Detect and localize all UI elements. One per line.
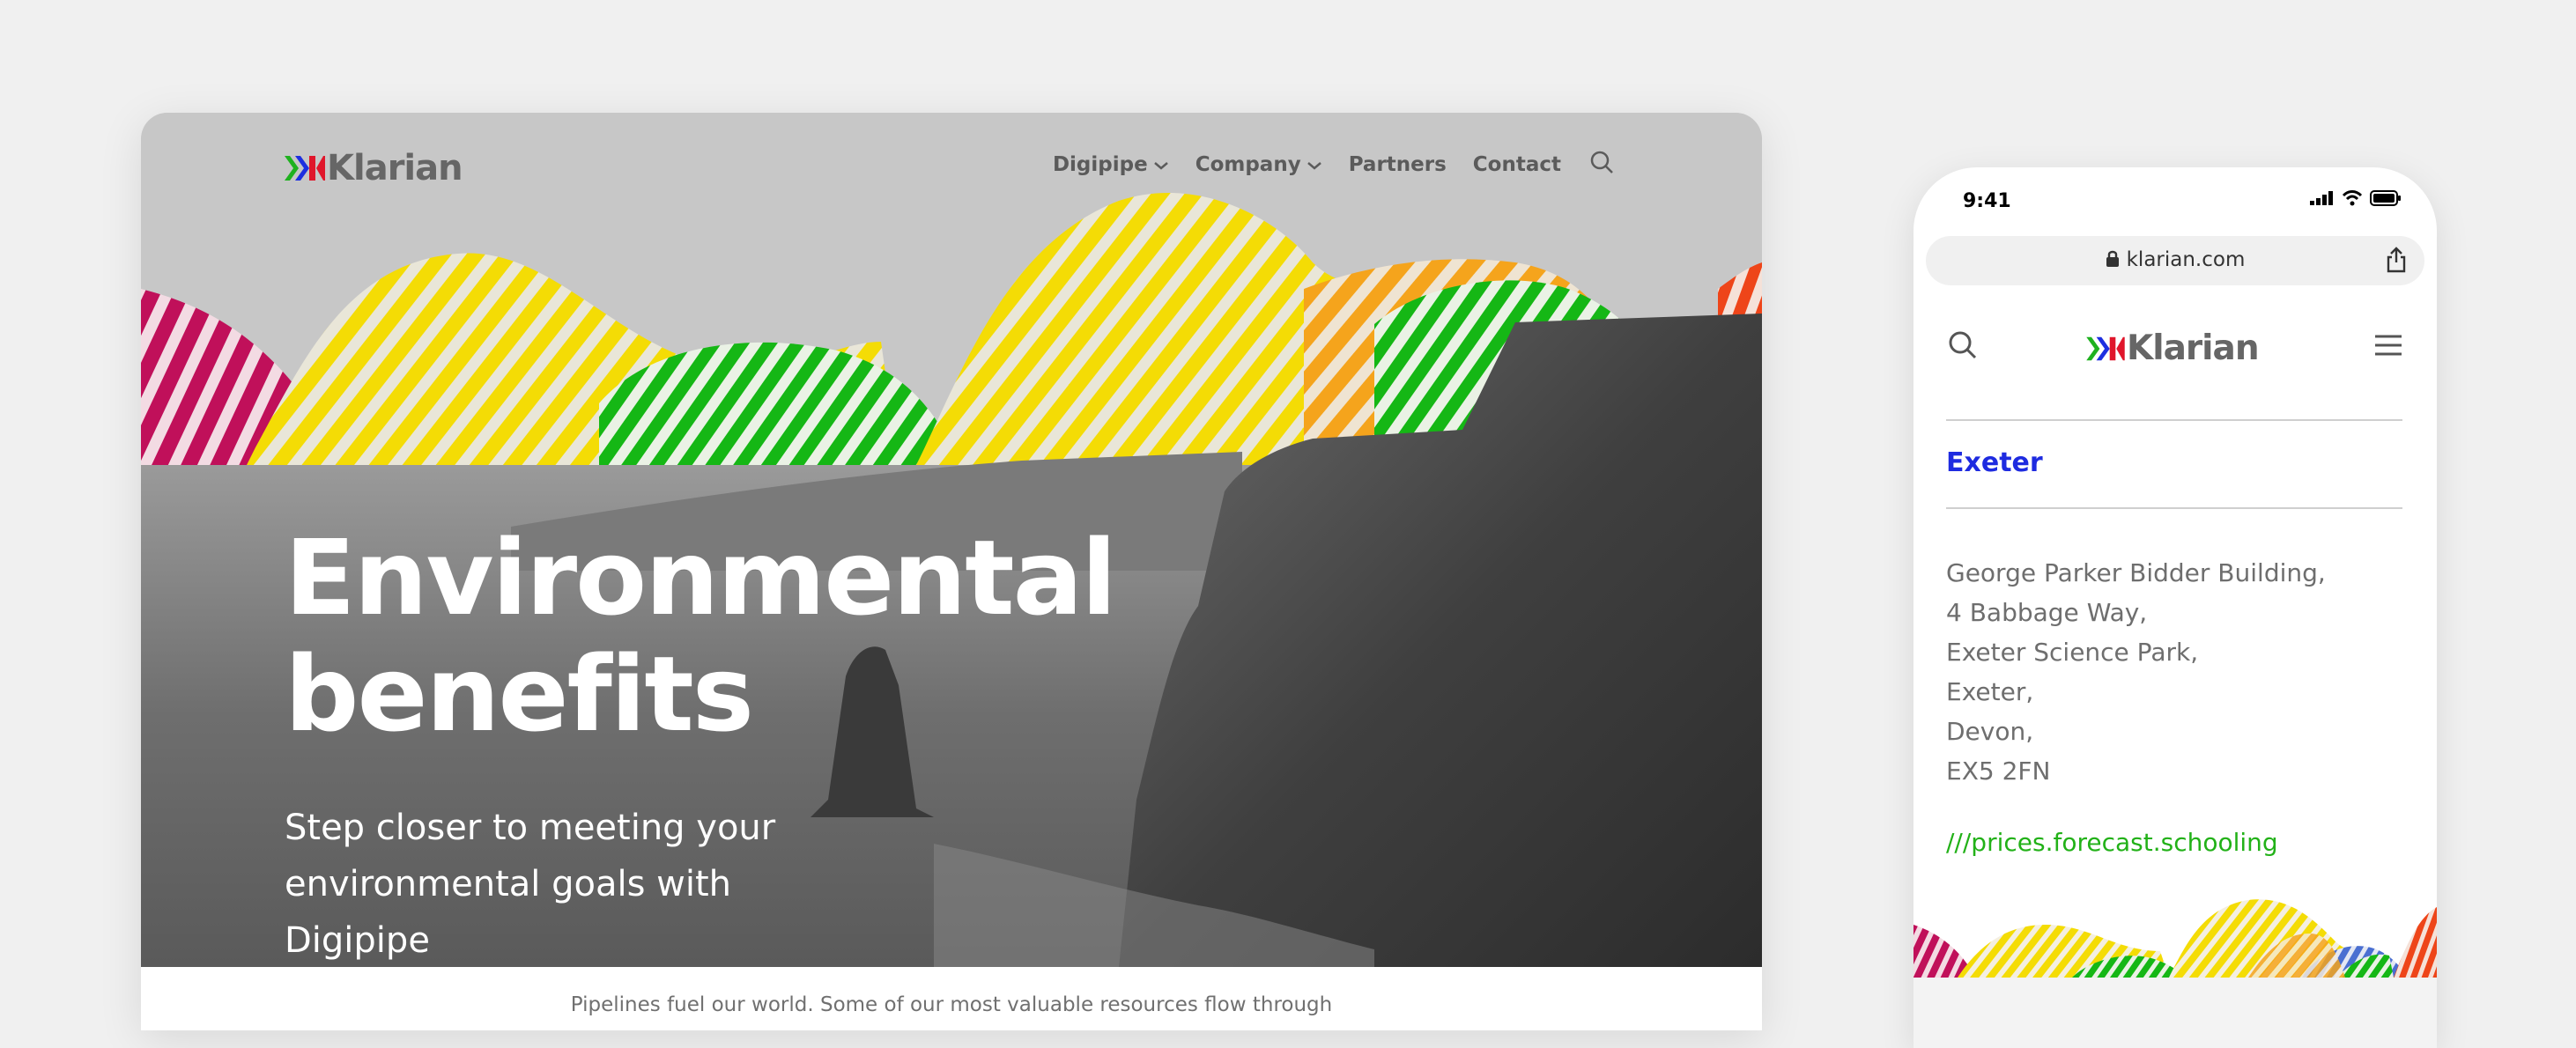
search-icon[interactable] bbox=[1947, 329, 1979, 365]
nav-item-digipipe[interactable]: Digipipe bbox=[1053, 153, 1169, 176]
hero-subtitle: Step closer to meeting your environmenta… bbox=[285, 808, 776, 961]
signal-icon bbox=[2310, 191, 2333, 205]
address-line: Exeter Science Park, bbox=[1946, 638, 2199, 667]
desktop-frame: Klarian Digipipe Company Partners Contac… bbox=[141, 113, 1762, 1030]
logo-chevrons-icon bbox=[2086, 336, 2125, 360]
status-time: 9:41 bbox=[1963, 190, 2011, 212]
divider bbox=[1946, 419, 2402, 421]
nav-menu: Digipipe Company Partners Contact bbox=[1026, 150, 1614, 179]
address-line: 4 Babbage Way, bbox=[1946, 598, 2148, 627]
office-address: George Parker Bidder Building, 4 Babbage… bbox=[1946, 553, 2326, 791]
search-icon[interactable] bbox=[1589, 150, 1614, 179]
klarian-logo[interactable]: Klarian bbox=[2086, 328, 2260, 368]
logo-wordmark: Klarian bbox=[2127, 328, 2260, 368]
mobile-frame: 9:41 klarian.com Klarian Exeter George P… bbox=[1913, 167, 2437, 1048]
nav-item-label: Company bbox=[1195, 152, 1301, 176]
klarian-logo[interactable]: Klarian bbox=[285, 148, 463, 188]
logo-wordmark: Klarian bbox=[327, 148, 463, 188]
what3words-link[interactable]: ///prices.forecast.schooling bbox=[1946, 828, 2278, 857]
chevron-down-icon bbox=[1153, 153, 1169, 176]
hero-title-line: benefits bbox=[285, 633, 754, 755]
wifi-icon bbox=[2342, 190, 2363, 206]
lock-icon bbox=[2106, 250, 2120, 273]
nav-item-contact[interactable]: Contact bbox=[1473, 153, 1561, 176]
nav-item-company[interactable]: Company bbox=[1195, 153, 1322, 176]
decorative-waves-image bbox=[1913, 889, 2437, 1048]
chevron-down-icon bbox=[1307, 153, 1322, 176]
address-line: EX5 2FN bbox=[1946, 756, 2051, 786]
nav-item-label: Contact bbox=[1472, 152, 1561, 176]
nav-item-label: Digipipe bbox=[1052, 152, 1148, 176]
hero-title-line: Environmental bbox=[285, 517, 1117, 638]
hamburger-menu-icon[interactable] bbox=[2373, 333, 2403, 362]
office-city: Exeter bbox=[1946, 447, 2043, 478]
hero-section: Klarian Digipipe Company Partners Contac… bbox=[141, 113, 1762, 967]
top-navigation: Klarian Digipipe Company Partners Contac… bbox=[141, 113, 1762, 218]
address-line: Exeter, bbox=[1946, 677, 2034, 706]
address-line: Devon, bbox=[1946, 717, 2034, 746]
status-icons bbox=[2303, 190, 2402, 206]
address-line: George Parker Bidder Building, bbox=[1946, 558, 2326, 587]
logo-chevrons-icon bbox=[285, 156, 325, 181]
nav-item-label: Partners bbox=[1348, 152, 1447, 176]
intro-paragraph: Pipelines fuel our world. Some of our mo… bbox=[570, 993, 1333, 1016]
divider bbox=[1946, 507, 2402, 509]
share-icon[interactable] bbox=[2386, 247, 2407, 277]
browser-address-bar[interactable]: klarian.com bbox=[1926, 236, 2424, 285]
battery-icon bbox=[2370, 190, 2401, 206]
hero-title: Environmental benefits bbox=[285, 517, 1117, 755]
nav-item-partners[interactable]: Partners bbox=[1349, 153, 1447, 176]
url-text: klarian.com bbox=[2126, 248, 2246, 271]
